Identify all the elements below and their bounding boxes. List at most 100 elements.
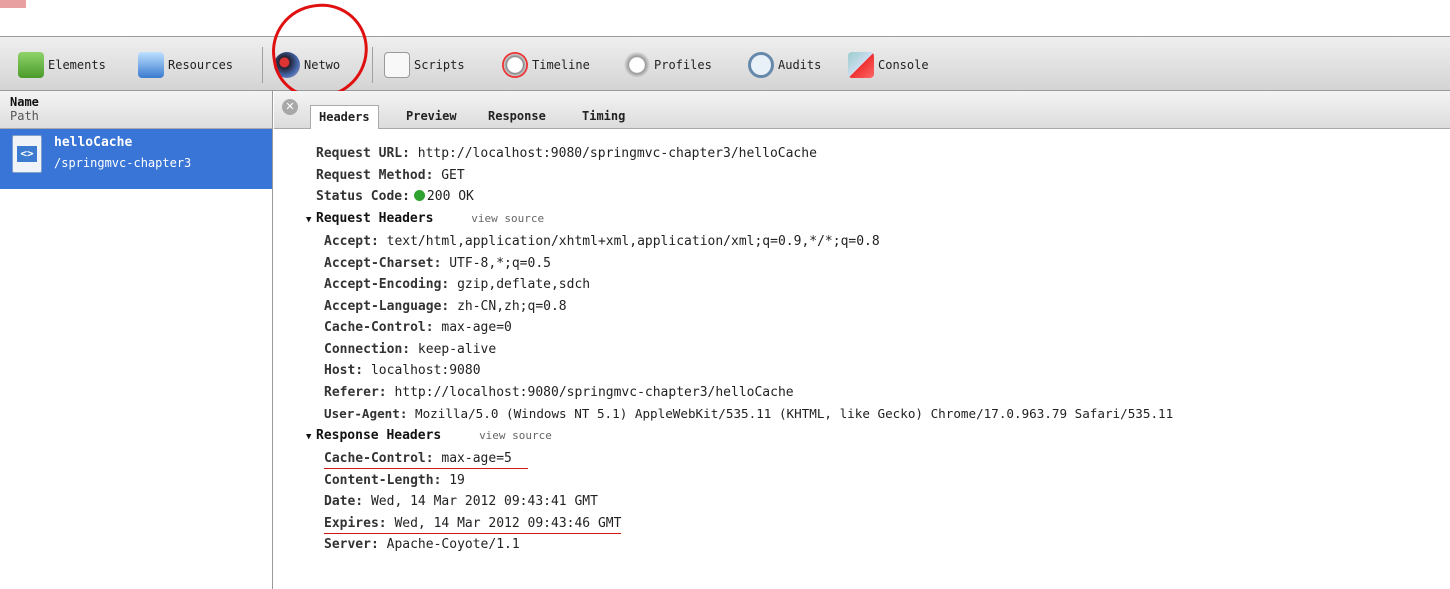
header-key: Content-Length: xyxy=(324,472,442,488)
header-row: Referer: http://localhost:9080/springmvc… xyxy=(324,382,1450,404)
tab-timing[interactable]: Timing xyxy=(574,105,633,129)
triangle-down-icon: ▼ xyxy=(306,214,312,225)
column-path[interactable]: Path xyxy=(10,109,262,123)
toolbar-profiles-label: Profiles xyxy=(654,58,712,72)
header-key: Cache-Control: xyxy=(324,451,434,466)
toolbar-console[interactable]: Console xyxy=(848,51,929,79)
header-key: Request Method: xyxy=(316,167,434,183)
timeline-icon xyxy=(502,52,528,78)
header-value: Apache-Coyote/1.1 xyxy=(386,537,520,552)
header-row: User-Agent: Mozilla/5.0 (Windows NT 5.1)… xyxy=(324,403,1450,425)
header-value: localhost:9080 xyxy=(370,363,481,378)
header-value: max-age=0 xyxy=(441,320,512,335)
header-value: http://localhost:9080/springmvc-chapter3… xyxy=(394,384,794,400)
header-row: Server: Apache-Coyote/1.1 xyxy=(324,534,1450,556)
toolbar-scripts[interactable]: Scripts xyxy=(384,51,465,79)
request-list-pane: Name Path <> helloCache /springmvc-chapt… xyxy=(0,91,273,589)
close-icon[interactable]: ✕ xyxy=(282,99,298,115)
header-value: UTF-8,*;q=0.5 xyxy=(449,255,551,271)
header-value: Mozilla/5.0 (Windows NT 5.1) AppleWebKit… xyxy=(415,406,1174,421)
header-value: zh-CN,zh;q=0.8 xyxy=(457,298,567,314)
header-key: Referer: xyxy=(324,384,387,400)
header-value: 19 xyxy=(449,472,465,488)
request-text: helloCache /springmvc-chapter3 xyxy=(54,135,191,170)
header-key: Accept-Encoding: xyxy=(324,277,450,292)
section-title: Request Headers xyxy=(316,210,434,226)
audits-icon xyxy=(748,52,774,78)
profiles-icon xyxy=(624,52,650,78)
header-row: Accept-Encoding: gzip,deflate,sdch xyxy=(324,274,1450,296)
header-value: text/html,application/xhtml+xml,applicat… xyxy=(386,234,880,249)
annotation-underline: Expires: Wed, 14 Mar 2012 09:43:46 GMT xyxy=(324,515,622,534)
tab-headers[interactable]: Headers xyxy=(310,105,379,129)
request-headers-section[interactable]: ▼ Request Headers view source xyxy=(306,208,1450,232)
toolbar-audits-label: Audits xyxy=(778,58,822,72)
view-source-link[interactable]: view source xyxy=(471,212,544,225)
header-value: Wed, 14 Mar 2012 09:43:41 GMT xyxy=(370,494,598,509)
request-list-header: Name Path xyxy=(0,91,272,129)
toolbar-audits[interactable]: Audits xyxy=(748,51,821,79)
request-headers-list: Accept: text/html,application/xhtml+xml,… xyxy=(316,231,1450,425)
header-value: 200 OK xyxy=(426,189,474,204)
details-tabs-bar: ✕ Headers Preview Response Timing xyxy=(274,91,1450,129)
header-key: Connection: xyxy=(324,341,411,357)
header-key: Date: xyxy=(324,494,364,509)
view-source-link[interactable]: view source xyxy=(479,429,552,442)
header-key: Accept-Language: xyxy=(324,298,450,314)
headers-content: Request URL: http://localhost:9080/sprin… xyxy=(274,129,1450,556)
console-icon xyxy=(848,52,874,78)
tab-response[interactable]: Response xyxy=(480,105,554,129)
header-row: Accept-Charset: UTF-8,*;q=0.5 xyxy=(324,253,1450,275)
triangle-down-icon: ▼ xyxy=(306,431,312,442)
toolbar-elements[interactable]: Elements xyxy=(18,51,106,79)
tab-preview[interactable]: Preview xyxy=(398,105,465,129)
response-headers-section[interactable]: ▼ Response Headers view source xyxy=(306,425,1450,449)
red-mark xyxy=(0,0,26,8)
header-key: Host: xyxy=(324,363,364,378)
request-details-pane: ✕ Headers Preview Response Timing Reques… xyxy=(274,91,1450,589)
header-row: Accept-Language: zh-CN,zh;q=0.8 xyxy=(324,296,1450,318)
section-title: Response Headers xyxy=(316,427,442,443)
annotation-underline: Cache-Control: max-age=5 xyxy=(324,450,528,469)
toolbar-resources[interactable]: Resources xyxy=(138,51,233,79)
toolbar-elements-label: Elements xyxy=(48,58,106,72)
response-headers-list: Cache-Control: max-age=5 Content-Length:… xyxy=(316,448,1450,556)
header-value: GET xyxy=(441,167,465,183)
header-row: Cache-Control: max-age=5 xyxy=(324,448,1450,470)
code-brackets-icon: <> xyxy=(17,146,37,162)
toolbar-network[interactable]: Netwo xyxy=(274,51,340,79)
top-strip xyxy=(0,0,1450,36)
toolbar-console-label: Console xyxy=(878,58,929,72)
header-key: Status Code: xyxy=(316,189,410,204)
header-key: Expires: xyxy=(324,515,387,531)
devtools-toolbar: Elements Resources Netwo Scripts Timelin… xyxy=(0,36,1450,91)
resources-icon xyxy=(138,52,164,78)
toolbar-separator xyxy=(372,47,373,83)
html-document-icon: <> xyxy=(12,135,42,173)
header-row: Cache-Control: max-age=0 xyxy=(324,317,1450,339)
status-code-row: Status Code: 200 OK xyxy=(316,186,1450,208)
header-value: gzip,deflate,sdch xyxy=(457,277,591,292)
header-value: http://localhost:9080/springmvc-chapter3… xyxy=(417,146,817,161)
header-row: Date: Wed, 14 Mar 2012 09:43:41 GMT xyxy=(324,491,1450,513)
header-key: User-Agent: xyxy=(324,406,408,421)
network-icon xyxy=(274,52,300,78)
scripts-icon xyxy=(384,52,410,78)
column-name[interactable]: Name xyxy=(10,95,262,109)
request-row-hellocache[interactable]: <> helloCache /springmvc-chapter3 xyxy=(0,129,272,189)
header-row: Accept: text/html,application/xhtml+xml,… xyxy=(324,231,1450,253)
request-name: helloCache xyxy=(54,135,133,150)
header-key: Cache-Control: xyxy=(324,320,434,335)
toolbar-scripts-label: Scripts xyxy=(414,58,465,72)
header-row: Expires: Wed, 14 Mar 2012 09:43:46 GMT xyxy=(324,513,1450,535)
toolbar-profiles[interactable]: Profiles xyxy=(624,51,712,79)
header-row: Content-Length: 19 xyxy=(324,470,1450,492)
toolbar-timeline[interactable]: Timeline xyxy=(502,51,590,79)
header-value: max-age=5 xyxy=(441,451,512,466)
request-url-row: Request URL: http://localhost:9080/sprin… xyxy=(316,143,1450,165)
toolbar-timeline-label: Timeline xyxy=(532,58,590,72)
toolbar-network-label: Netwo xyxy=(304,58,341,72)
header-key: Request URL: xyxy=(316,146,410,161)
request-path: /springmvc-chapter3 xyxy=(54,156,192,170)
request-method-row: Request Method: GET xyxy=(316,165,1450,187)
